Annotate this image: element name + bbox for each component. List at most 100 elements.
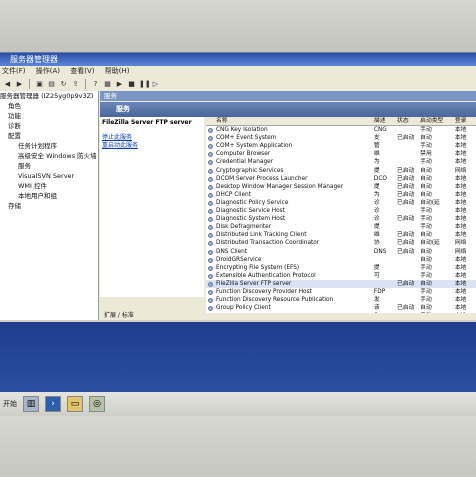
network-icon[interactable]: ◎ [89, 396, 105, 412]
play-icon[interactable]: ▶ [115, 80, 124, 89]
toolbar-separator [29, 79, 30, 89]
column-startup-type[interactable]: 启动类型 [420, 117, 455, 125]
toolbar: ◀ ▶ ▣ ▤ ↻ ⇪ ? ▦ ▶ ■ ❚❚ ▷ [0, 77, 476, 91]
table-row[interactable]: COM+ Event System 支 已启动 自动 本地 [206, 134, 476, 142]
service-description: 提 [373, 264, 380, 271]
tab-standard[interactable]: 标准 [122, 312, 134, 319]
back-icon[interactable]: ◀ [3, 80, 12, 89]
tree-item-configuration[interactable]: 配置 [0, 131, 98, 141]
view-tabs: 扩展 / 标准 [104, 312, 134, 319]
table-row[interactable]: Encrypting File System (EFS) 提 手动 本地 [206, 264, 476, 272]
pause-icon[interactable]: ❚❚ [139, 80, 151, 89]
service-logon: 本地 [454, 175, 467, 182]
powershell-icon[interactable]: › [45, 396, 61, 412]
tree-item-diagnostics[interactable]: 诊断 [0, 121, 98, 131]
table-row[interactable]: CNG Key Isolation CNG 手动 本地 [206, 126, 476, 134]
column-name[interactable]: 名称 [206, 117, 374, 125]
service-name: Diagnostic System Host [206, 215, 374, 223]
folder-icon[interactable]: ▭ [67, 396, 83, 412]
service-name: Credential Manager [206, 158, 374, 166]
service-logon: 网络 [454, 167, 467, 174]
service-name: DCOM Server Process Launcher [206, 175, 374, 183]
tree-item-task-scheduler[interactable]: 任务计划程序 [0, 141, 98, 151]
table-row[interactable]: Diagnostic Policy Service 诊 已启动 自动(延 本地 [206, 199, 476, 207]
service-description: 为 [373, 191, 380, 198]
service-status: 已启动 [397, 167, 415, 174]
column-status[interactable]: 状态 [397, 117, 420, 125]
table-row[interactable]: Function Discovery Resource Publication 发… [206, 296, 476, 304]
navigation-tree: 服务器管理器 (IZ25yg0p9v3Z) 角色 功能 诊断 配置 任务计划程序… [0, 91, 99, 323]
restart-icon[interactable]: ▷ [151, 80, 160, 89]
up-folder-icon[interactable]: ▣ [35, 80, 44, 89]
table-row[interactable]: Distributed Link Tracking Client 维 已启动 自动 本地 [206, 231, 476, 239]
table-row[interactable]: Distributed Transaction Coordinator 协 已启动自… [206, 239, 476, 247]
server-manager-window: 服务器管理器 文件(F) 操作(A) 查看(V) 帮助(H) ◀ ▶ ▣ ▤ ↻… [0, 52, 476, 323]
tree-item-services[interactable]: 服务 [0, 161, 98, 171]
export-icon[interactable]: ⇪ [71, 80, 80, 89]
table-row[interactable]: DroidGRService 自动 本地 [206, 256, 476, 264]
table-row[interactable]: FileZilla Server FTP server 已启动 自动 本地 [206, 279, 476, 288]
service-description: 提 [373, 183, 380, 190]
photo-background-bottom [0, 416, 476, 477]
service-startup-type: 自动 [420, 175, 432, 182]
table-row[interactable]: DNS Client DNS 已启动 自动 网络 [206, 248, 476, 256]
services-band-title: 服务 [100, 102, 476, 117]
service-description: 诊 [373, 216, 380, 223]
column-logon[interactable]: 登录 [455, 117, 476, 125]
tree-item-storage[interactable]: 存储 [0, 201, 98, 211]
service-logon: 本地 [454, 264, 467, 271]
service-logon: 网络 [454, 248, 467, 255]
service-logon: 本地 [454, 224, 467, 231]
service-startup-type: 自动 [420, 183, 432, 190]
console-icon[interactable]: ▦ [103, 80, 112, 89]
table-row[interactable]: Credential Manager 为 手动 本地 [206, 158, 476, 166]
service-status: 已启动 [397, 240, 415, 247]
table-row[interactable]: Diagnostic Service Host 诊 手动 本地 [206, 207, 476, 215]
stop-icon[interactable]: ■ [127, 80, 136, 89]
table-row[interactable]: Extensible Authentication Protocol 可 手动 本地 [206, 272, 476, 280]
menu-help[interactable]: 帮助(H) [105, 67, 130, 75]
table-row[interactable]: Disk Defragmenter 提 手动 本地 [206, 223, 476, 231]
service-description: 诊 [373, 199, 380, 206]
menu-view[interactable]: 查看(V) [70, 67, 94, 75]
table-row[interactable]: DHCP Client 为 已启动 自动 本地 [206, 191, 476, 199]
tree-item-wmi[interactable]: WMI 控件 [0, 181, 98, 191]
menu-action[interactable]: 操作(A) [36, 67, 60, 75]
service-logon: 本地 [454, 159, 467, 166]
table-row[interactable]: Function Discovery Provider Host FDP 手动 本地 [206, 288, 476, 296]
table-row[interactable]: Desktop Window Manager Session Manager 提 已… [206, 183, 476, 191]
services-header: 服务 [100, 91, 476, 101]
start-button[interactable]: 开始 [0, 399, 20, 409]
column-description[interactable]: 描述 [374, 117, 397, 125]
grid-header: 名称 描述 状态 启动类型 登录 [206, 117, 476, 127]
tree-item-root[interactable]: 服务器管理器 (IZ25yg0p9v3Z) [0, 91, 98, 101]
forward-icon[interactable]: ▶ [15, 80, 24, 89]
table-row[interactable]: COM+ System Application 管 手动 本地 [206, 142, 476, 150]
service-startup-type: 自动 [420, 232, 432, 239]
service-startup-type: 手动 [420, 143, 432, 150]
server-manager-icon[interactable]: ▥ [23, 396, 39, 412]
table-row[interactable]: Cryptographic Services 提 已启动 自动 网络 [206, 167, 476, 175]
desktop-background [0, 322, 476, 392]
service-name: Diagnostic Policy Service [206, 199, 374, 207]
tree-item-features[interactable]: 功能 [0, 111, 98, 121]
service-logon: 本地 [454, 151, 467, 158]
refresh-icon[interactable]: ↻ [59, 80, 68, 89]
table-row[interactable]: Computer Browser 维 禁用 本地 [206, 150, 476, 158]
table-row[interactable]: Diagnostic System Host 诊 已启动 手动 本地 [206, 215, 476, 223]
menu-file[interactable]: 文件(F) [2, 67, 26, 75]
restart-service-link[interactable]: 重启动此服务 [100, 142, 204, 150]
service-name: COM+ System Application [206, 142, 374, 150]
properties-icon[interactable]: ▤ [47, 80, 56, 89]
tree-item-visualsvn[interactable]: VisualSVN Server [0, 171, 98, 181]
service-startup-type: 手动 [420, 159, 432, 166]
tree-item-roles[interactable]: 角色 [0, 101, 98, 111]
tab-extended[interactable]: 扩展 [104, 312, 116, 319]
help-icon[interactable]: ? [91, 80, 100, 89]
tree-item-local-users[interactable]: 本地用户和组 [0, 191, 98, 201]
service-status: 已启动 [397, 191, 415, 198]
service-status [397, 207, 420, 215]
table-row[interactable]: DCOM Server Process Launcher DCO 已启动 自动 本地 [206, 175, 476, 183]
tree-item-firewall[interactable]: 高级安全 Windows 防火墙 [0, 151, 98, 161]
stop-service-link[interactable]: 停止此服务 [100, 134, 204, 142]
